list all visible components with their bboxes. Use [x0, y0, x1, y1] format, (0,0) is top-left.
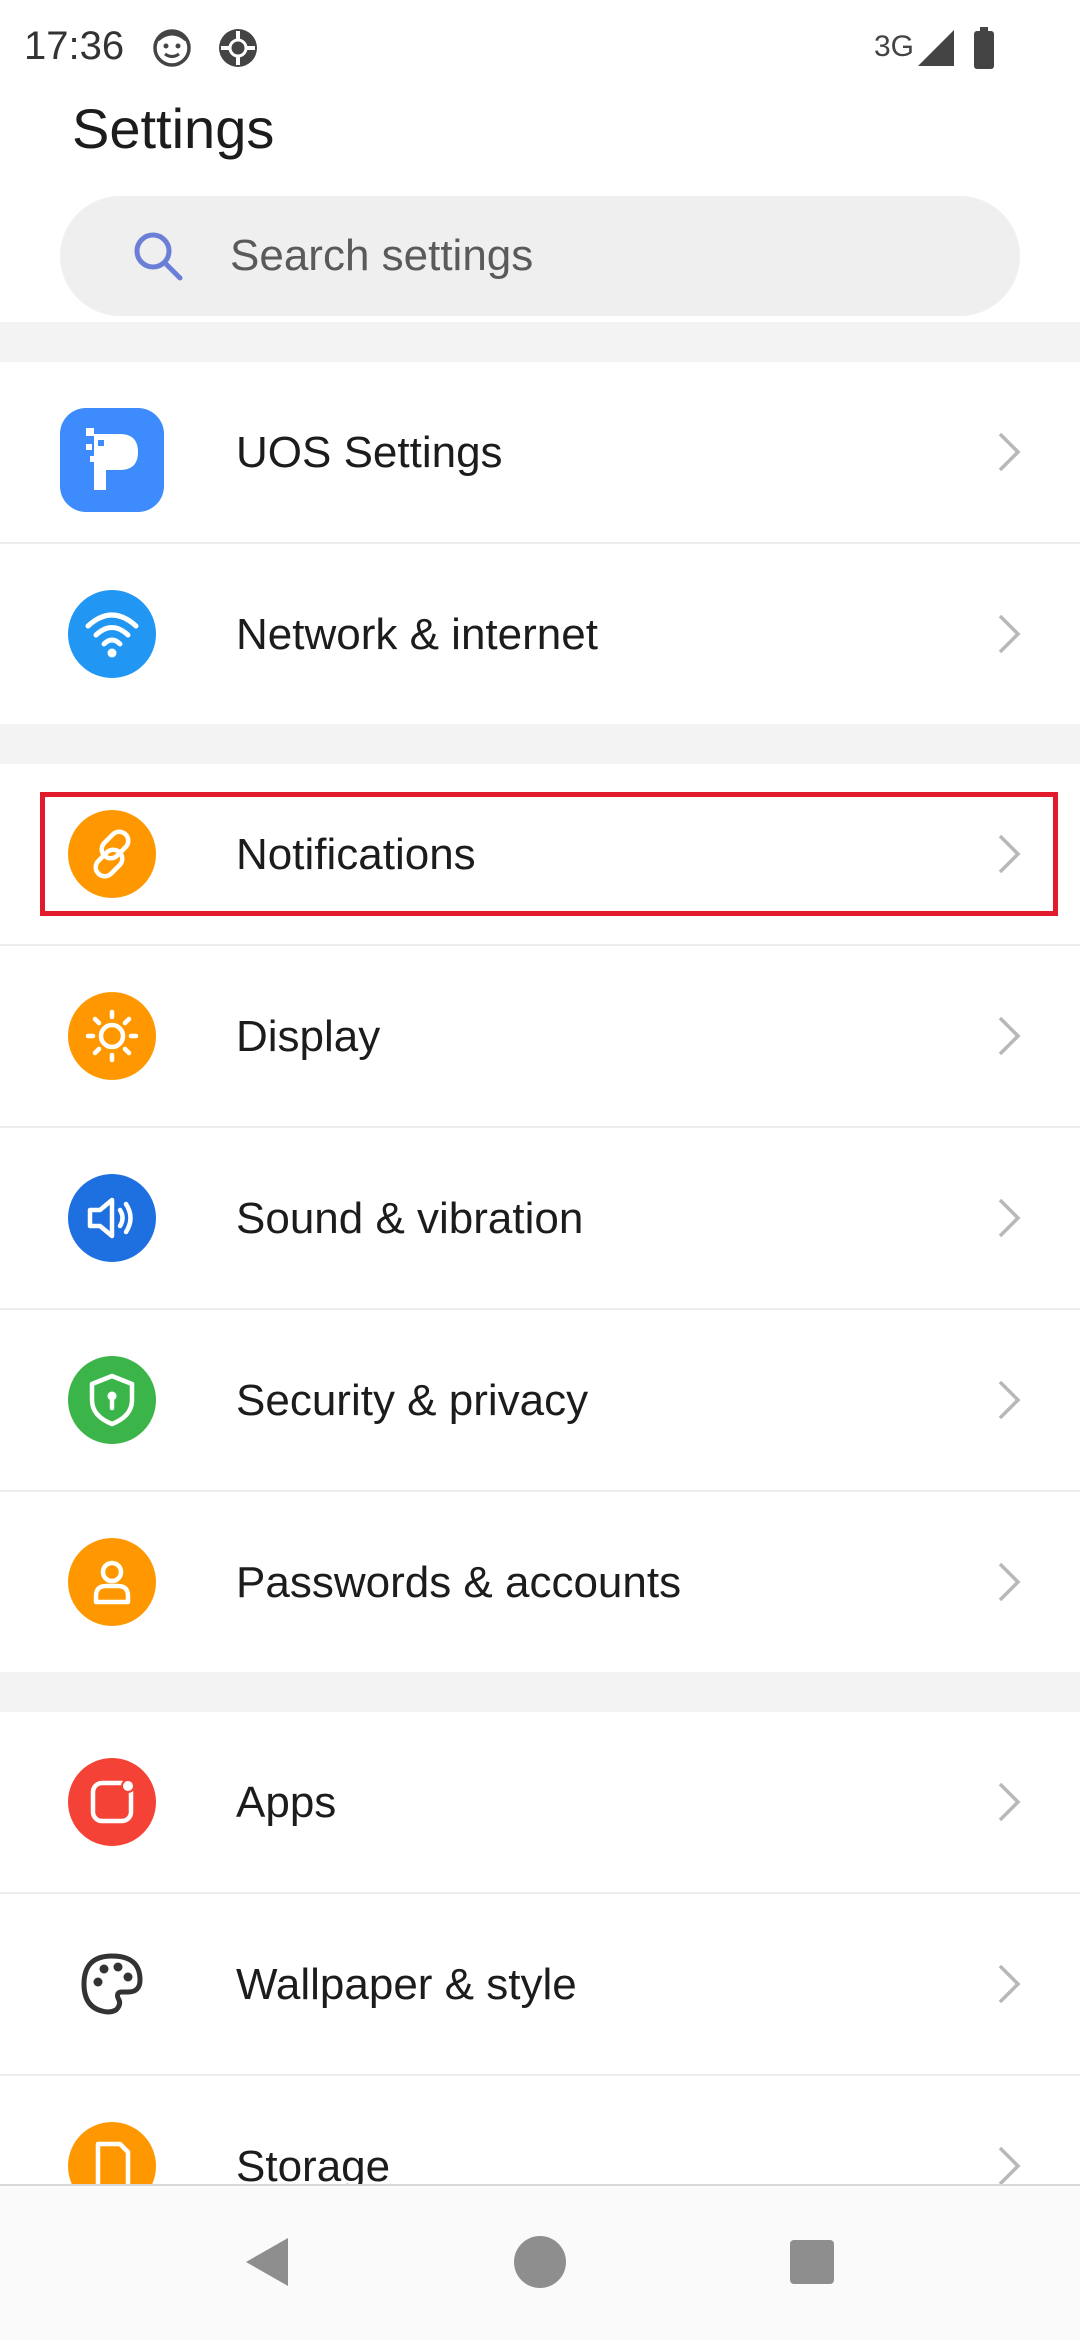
settings-item-sound-vibration[interactable]: Sound & vibration — [0, 1128, 1080, 1308]
battery-icon — [974, 27, 994, 69]
settings-item-label: Apps — [236, 1778, 337, 1827]
shield-icon — [68, 1356, 156, 1444]
section-gap — [0, 322, 1080, 362]
chevron-right-icon — [998, 834, 1021, 874]
search-bar[interactable] — [60, 196, 1020, 316]
chevron-right-icon — [998, 2146, 1021, 2186]
recents-icon[interactable] — [782, 2232, 842, 2292]
chevron-right-icon — [998, 1380, 1021, 1420]
search-icon — [134, 232, 183, 281]
chevron-right-icon — [998, 1964, 1021, 2004]
network-type: 3G — [874, 30, 915, 63]
face-icon — [153, 29, 191, 67]
page-title: Settings — [72, 97, 275, 160]
home-icon[interactable] — [510, 2232, 570, 2292]
settings-item-wallpaper-style[interactable]: Wallpaper & style — [0, 1894, 1080, 2074]
section-gap — [0, 1672, 1080, 1712]
settings-screen: 17:36 3G Settings Search settings UOS Se… — [0, 0, 1080, 2340]
palette-icon — [81, 1953, 143, 2015]
settings-item-notifications[interactable]: Notifications — [0, 764, 1080, 944]
chevron-right-icon — [998, 1016, 1021, 1056]
settings-item-label: Passwords & accounts — [236, 1558, 682, 1607]
settings-item-uos-settings[interactable]: UOS Settings — [0, 362, 1080, 542]
settings-item-label: Sound & vibration — [236, 1194, 584, 1243]
settings-item-network-internet[interactable]: Network & internet — [0, 544, 1080, 724]
uos-app-icon — [60, 408, 164, 512]
settings-item-passwords-accounts[interactable]: Passwords & accounts — [0, 1492, 1080, 1672]
settings-item-apps[interactable]: Apps — [0, 1712, 1080, 1892]
ball-icon — [219, 29, 257, 67]
settings-item-label: Wallpaper & style — [236, 1960, 577, 2009]
navigation-bar — [0, 2184, 1080, 2340]
chevron-right-icon — [998, 1562, 1021, 1602]
status-time: 17:36 — [24, 24, 125, 68]
signal-icon — [918, 30, 954, 66]
status-bar: 17:36 3G — [0, 0, 1080, 100]
back-icon[interactable] — [238, 2232, 298, 2292]
section-gap — [0, 724, 1080, 764]
speaker-icon — [68, 1174, 156, 1262]
settings-item-display[interactable]: Display — [0, 946, 1080, 1126]
link-icon — [68, 810, 156, 898]
person-icon — [68, 1538, 156, 1626]
chevron-right-icon — [998, 432, 1021, 472]
chevron-right-icon — [998, 614, 1021, 654]
settings-item-security-privacy[interactable]: Security & privacy — [0, 1310, 1080, 1490]
wifi-icon — [68, 590, 156, 678]
settings-item-label: UOS Settings — [236, 428, 503, 477]
settings-item-label: Notifications — [236, 830, 476, 879]
settings-item-label: Network & internet — [236, 610, 598, 659]
chevron-right-icon — [998, 1782, 1021, 1822]
sun-icon — [68, 992, 156, 1080]
settings-item-label: Display — [236, 1012, 381, 1061]
search-input[interactable] — [230, 196, 990, 316]
settings-item-label: Security & privacy — [236, 1376, 589, 1425]
chevron-right-icon — [998, 1198, 1021, 1238]
apps-icon — [68, 1758, 156, 1846]
